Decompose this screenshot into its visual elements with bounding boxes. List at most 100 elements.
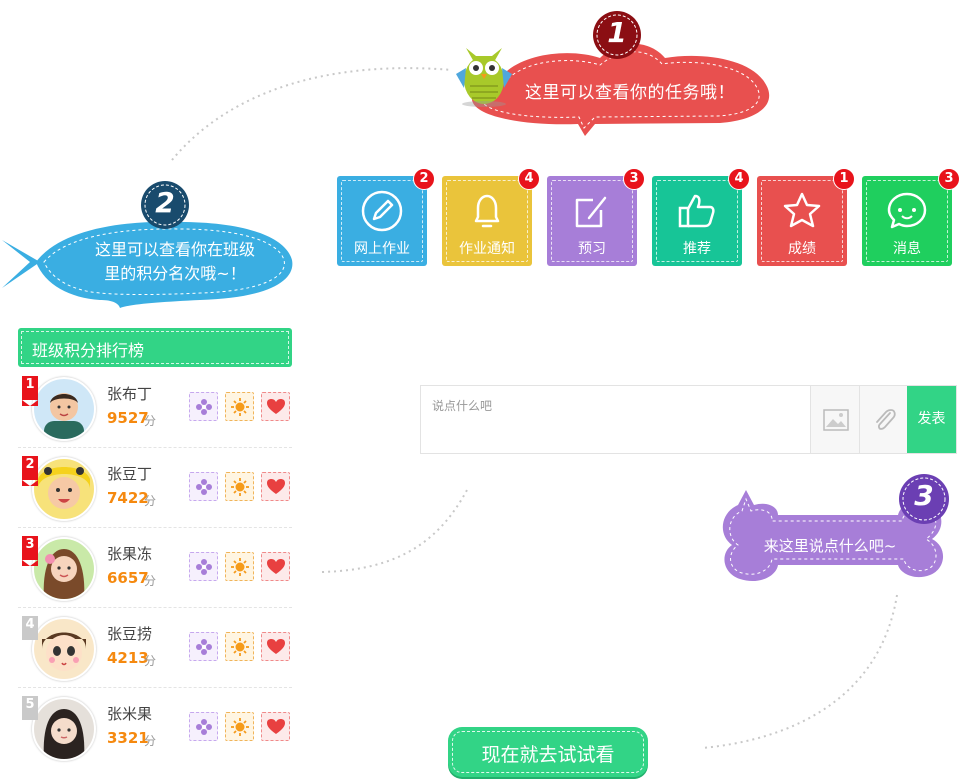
avatar: [32, 537, 96, 601]
flower-button[interactable]: [189, 472, 218, 501]
student-score: 9527: [107, 409, 149, 427]
rank-badge: 5: [22, 696, 38, 720]
step-number: 2: [155, 186, 175, 219]
flower-button[interactable]: [189, 712, 218, 741]
sun-button[interactable]: [225, 552, 254, 581]
score-unit: 分: [144, 574, 157, 588]
tile-label: 成绩: [788, 241, 816, 257]
image-icon: [823, 409, 849, 431]
notification-count-badge: 3: [938, 168, 960, 190]
try-now-label: 现在就去试试看: [481, 744, 615, 766]
tile-label: 网上作业: [354, 241, 410, 257]
heart-icon: [267, 479, 285, 494]
flower-icon: [196, 399, 212, 415]
post-button[interactable]: 发表: [907, 386, 956, 453]
score-unit: 分: [144, 494, 157, 508]
tile-recommend[interactable]: 推荐 4: [652, 168, 750, 266]
try-now-button[interactable]: 现在就去试试看: [448, 727, 648, 777]
heart-button[interactable]: [261, 392, 290, 421]
sun-icon: [231, 718, 249, 736]
student-name: 张果冻: [107, 545, 153, 563]
ranking-row: 5 张米果 3321 分: [18, 688, 292, 768]
student-score: 4213: [107, 649, 149, 667]
notification-count-badge: 2: [413, 168, 435, 190]
paperclip-icon: [876, 409, 896, 430]
avatar: [32, 377, 96, 441]
student-score: 7422: [107, 489, 149, 507]
thumbs-up-icon: [678, 194, 715, 228]
star-icon: [783, 192, 821, 228]
notification-count-badge: 1: [833, 168, 855, 190]
flower-button[interactable]: [189, 632, 218, 661]
ranking-row: 1 张布丁 9527 分: [18, 368, 292, 448]
guide-text-line: 这里可以查看你在班级: [94, 240, 255, 259]
pencil-icon: [361, 190, 403, 232]
sun-button[interactable]: [225, 632, 254, 661]
ranking-title: 班级积分排行榜: [32, 341, 145, 360]
flower-icon: [196, 639, 212, 655]
tile-label: 消息: [893, 241, 921, 257]
tile-messages[interactable]: 消息 3: [862, 168, 960, 266]
notification-count-badge: 3: [623, 168, 645, 190]
notification-count-badge: 4: [518, 168, 540, 190]
rank-badge: 2: [22, 456, 38, 486]
tile-online-homework[interactable]: 网上作业 2: [337, 168, 435, 266]
sun-button[interactable]: [225, 472, 254, 501]
ranking-row: 4 张豆捞 4213 分: [18, 608, 292, 688]
heart-icon: [267, 719, 285, 734]
tile-grades[interactable]: 成绩 1: [757, 168, 855, 266]
chat-icon: [887, 192, 927, 229]
guide-text-ranking: 这里可以查看你在班级 里的积分名次哦~！: [60, 238, 290, 286]
sun-button[interactable]: [225, 392, 254, 421]
student-name: 张布丁: [107, 385, 153, 403]
flower-icon: [196, 479, 212, 495]
score-unit: 分: [144, 654, 157, 668]
guide-text-tasks: 这里可以查看你的任务哦！: [525, 83, 735, 103]
bell-icon: [474, 194, 500, 228]
edit-icon: [575, 196, 607, 228]
insert-image-button[interactable]: [810, 386, 860, 453]
tile-homework-notice[interactable]: 作业通知 4: [442, 168, 540, 266]
tile-preview[interactable]: 预习 3: [547, 168, 645, 266]
sun-button[interactable]: [225, 712, 254, 741]
student-score: 6657: [107, 569, 149, 587]
step-number: 1: [607, 16, 627, 49]
avatar: [32, 617, 96, 681]
rank-badge: 3: [22, 536, 38, 566]
student-name: 张豆捞: [107, 625, 153, 643]
student-score: 3321: [107, 729, 149, 747]
heart-button[interactable]: [261, 712, 290, 741]
heart-button[interactable]: [261, 552, 290, 581]
student-name: 张豆丁: [107, 465, 153, 483]
flower-button[interactable]: [189, 392, 218, 421]
score-unit: 分: [144, 414, 157, 428]
guide-text-post: 来这里说点什么吧~: [763, 537, 897, 555]
heart-button[interactable]: [261, 632, 290, 661]
tile-label: 预习: [578, 241, 606, 257]
ranking-row: 3 张果冻 6657 分: [18, 528, 292, 608]
flower-icon: [196, 559, 212, 575]
ranking-row: 2 张豆丁 7422 分: [18, 448, 292, 528]
student-name: 张米果: [107, 705, 153, 723]
notification-count-badge: 4: [728, 168, 750, 190]
guide-text-line: 里的积分名次哦~！: [104, 264, 246, 283]
sun-icon: [231, 558, 249, 576]
tile-label: 推荐: [683, 241, 711, 257]
flower-button[interactable]: [189, 552, 218, 581]
heart-icon: [267, 559, 285, 574]
step-number: 3: [914, 479, 934, 512]
heart-icon: [267, 399, 285, 414]
avatar: [32, 697, 96, 761]
sun-icon: [231, 398, 249, 416]
tile-label: 作业通知: [459, 241, 515, 257]
composer-input[interactable]: 说点什么吧: [432, 397, 492, 414]
avatar: [32, 457, 96, 521]
ranking-header: 班级积分排行榜: [18, 328, 292, 367]
sun-icon: [231, 478, 249, 496]
score-unit: 分: [144, 734, 157, 748]
rank-badge: 4: [22, 616, 38, 640]
attach-file-button[interactable]: [859, 386, 909, 453]
sun-icon: [231, 638, 249, 656]
heart-button[interactable]: [261, 472, 290, 501]
flower-icon: [196, 719, 212, 735]
